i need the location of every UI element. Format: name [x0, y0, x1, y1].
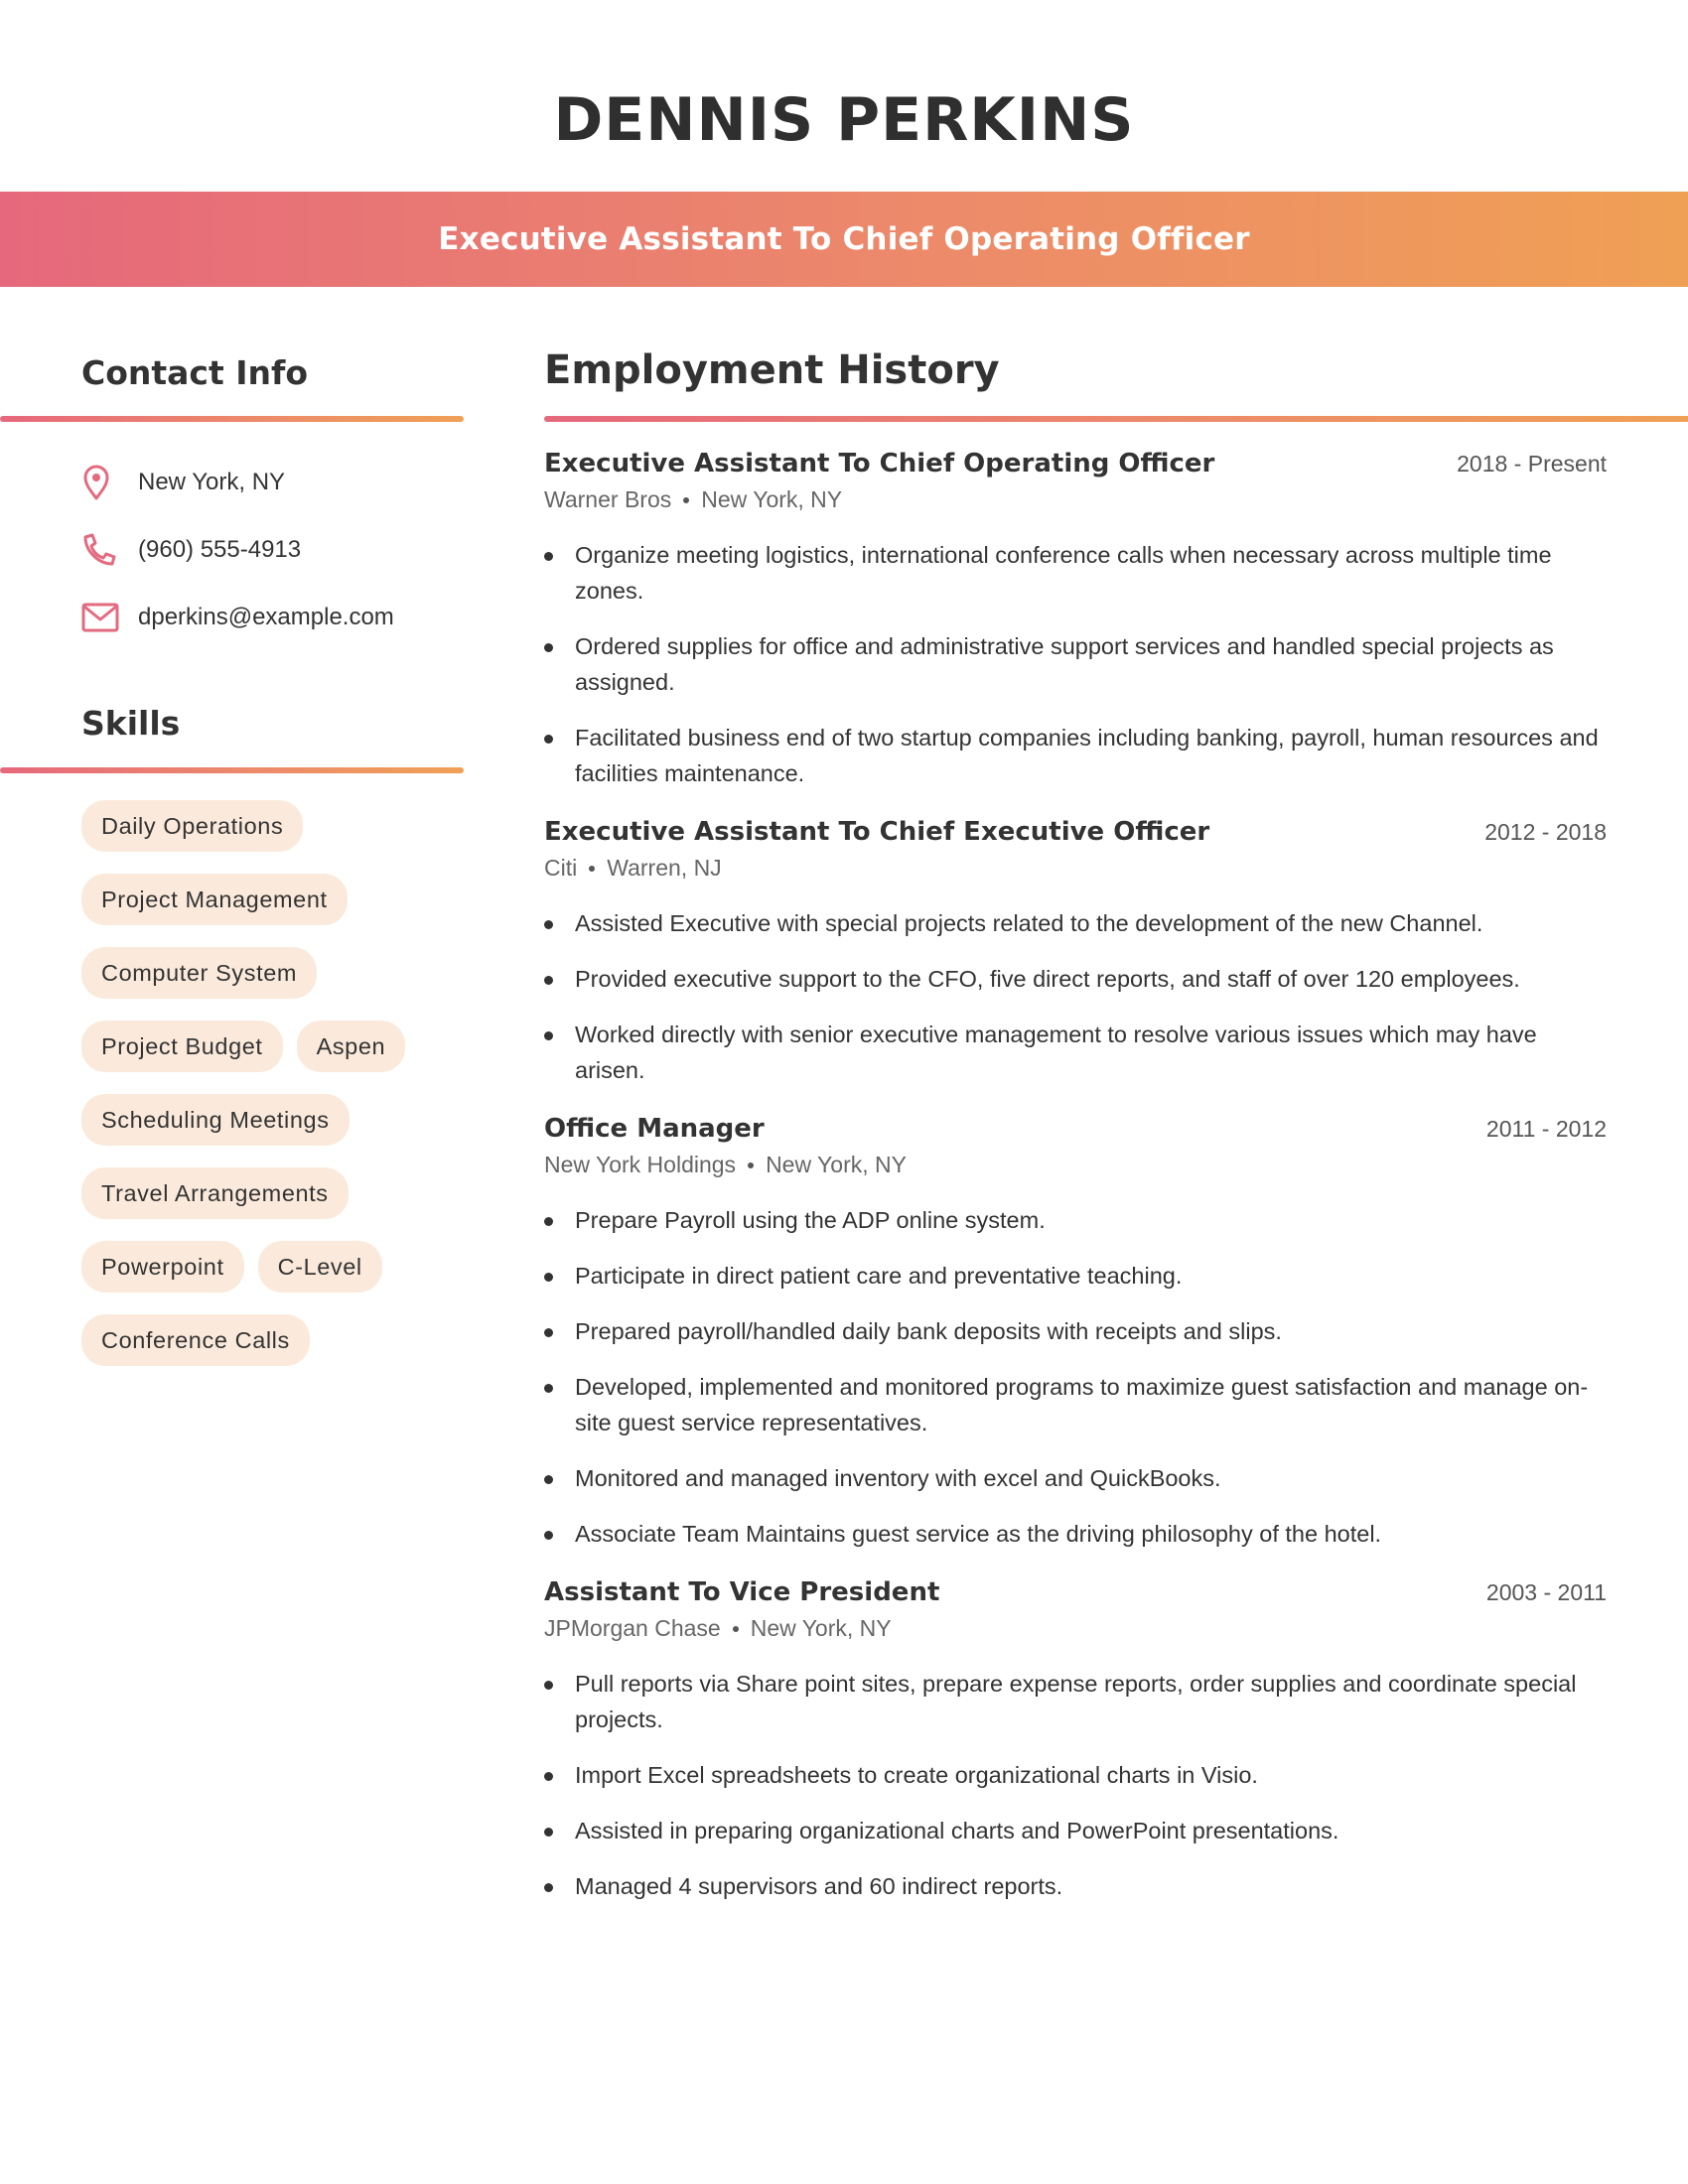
contact-email[interactable]: dperkins@example.com [138, 604, 394, 631]
location-pin-icon [81, 463, 121, 502]
job-title: Executive Assistant To Chief Operating O… [544, 449, 1215, 478]
contact-phone[interactable]: (960) 555-4913 [138, 536, 301, 564]
skill-tag: Computer System [81, 947, 318, 999]
skill-tag: Powerpoint [81, 1241, 244, 1293]
skills-divider [0, 767, 464, 773]
job-bullet: Prepared payroll/handled daily bank depo… [544, 1313, 1607, 1349]
job-entry: Executive Assistant To Chief Operating O… [544, 449, 1607, 791]
contact-section-title: Contact Info [81, 353, 309, 392]
job-bullet: Participate in direct patient care and p… [544, 1258, 1607, 1294]
job-location: New York, NY [701, 486, 843, 512]
job-list: Executive Assistant To Chief Operating O… [544, 449, 1607, 1930]
job-entry: Office Manager 2011 - 2012 New York Hold… [544, 1114, 1607, 1552]
contact-list: New York, NY (960) 555-4913 dperkins@exa… [81, 449, 394, 651]
candidate-job-title: Executive Assistant To Chief Operating O… [438, 221, 1250, 257]
job-bullet: Provided executive support to the CFO, f… [544, 961, 1607, 997]
job-bullet: Prepare Payroll using the ADP online sys… [544, 1202, 1607, 1238]
employment-divider [544, 416, 1688, 422]
skill-tag: Conference Calls [81, 1314, 310, 1366]
job-dates: 2012 - 2018 [1484, 819, 1607, 845]
job-location: Warren, NJ [607, 855, 722, 881]
job-bullet: Associate Team Maintains guest service a… [544, 1516, 1607, 1552]
job-dates: 2018 - Present [1457, 451, 1607, 477]
job-bullet: Worked directly with senior executive ma… [544, 1017, 1607, 1088]
skill-tag: Aspen [296, 1021, 406, 1072]
job-company: Citi [544, 855, 578, 881]
separator-dot [683, 496, 690, 503]
skills-section-title: Skills [81, 704, 181, 743]
job-title: Assistant To Vice President [544, 1577, 940, 1607]
skill-tag: Scheduling Meetings [81, 1094, 350, 1146]
separator-dot [589, 865, 596, 872]
skill-tag: Travel Arrangements [81, 1167, 349, 1219]
mail-icon [81, 598, 121, 637]
skill-tag: C-Level [257, 1241, 382, 1293]
skills-list: Daily Operations Project Management Comp… [81, 800, 469, 1366]
contact-item-email: dperkins@example.com [81, 584, 394, 651]
job-bullet: Import Excel spreadsheets to create orga… [544, 1757, 1607, 1793]
job-location: New York, NY [750, 1615, 892, 1641]
job-bullet: Developed, implemented and monitored pro… [544, 1369, 1607, 1440]
job-company: Warner Bros [544, 486, 672, 512]
separator-dot [748, 1161, 755, 1168]
candidate-name: DENNIS PERKINS [553, 85, 1135, 155]
skill-tag: Daily Operations [81, 800, 304, 852]
job-bullet: Assisted in preparing organizational cha… [544, 1813, 1607, 1848]
contact-location: New York, NY [138, 469, 286, 495]
job-bullet: Pull reports via Share point sites, prep… [544, 1666, 1607, 1737]
title-banner: Executive Assistant To Chief Operating O… [0, 192, 1688, 287]
contact-item-location: New York, NY [81, 449, 394, 516]
job-title: Executive Assistant To Chief Executive O… [544, 817, 1210, 847]
job-bullet: Ordered supplies for office and administ… [544, 628, 1607, 700]
job-entry: Assistant To Vice President 2003 - 2011 … [544, 1577, 1607, 1904]
job-bullet: Organize meeting logistics, internationa… [544, 537, 1607, 609]
contact-item-phone: (960) 555-4913 [81, 516, 394, 584]
job-bullet: Facilitated business end of two startup … [544, 720, 1607, 791]
employment-section-title: Employment History [544, 347, 1000, 393]
job-company: New York Holdings [544, 1152, 737, 1177]
skill-tag: Project Management [81, 874, 348, 925]
skill-tag: Project Budget [81, 1021, 283, 1072]
phone-icon [81, 530, 121, 570]
job-bullet: Assisted Executive with special projects… [544, 905, 1607, 941]
job-dates: 2011 - 2012 [1485, 1116, 1607, 1142]
contact-divider [0, 416, 464, 422]
job-dates: 2003 - 2011 [1485, 1579, 1607, 1605]
separator-dot [732, 1625, 739, 1632]
job-title: Office Manager [544, 1114, 765, 1144]
job-entry: Executive Assistant To Chief Executive O… [544, 817, 1607, 1088]
job-bullet: Monitored and managed inventory with exc… [544, 1460, 1607, 1496]
job-bullet: Managed 4 supervisors and 60 indirect re… [544, 1868, 1607, 1904]
job-location: New York, NY [766, 1152, 907, 1177]
job-company: JPMorgan Chase [544, 1615, 721, 1641]
